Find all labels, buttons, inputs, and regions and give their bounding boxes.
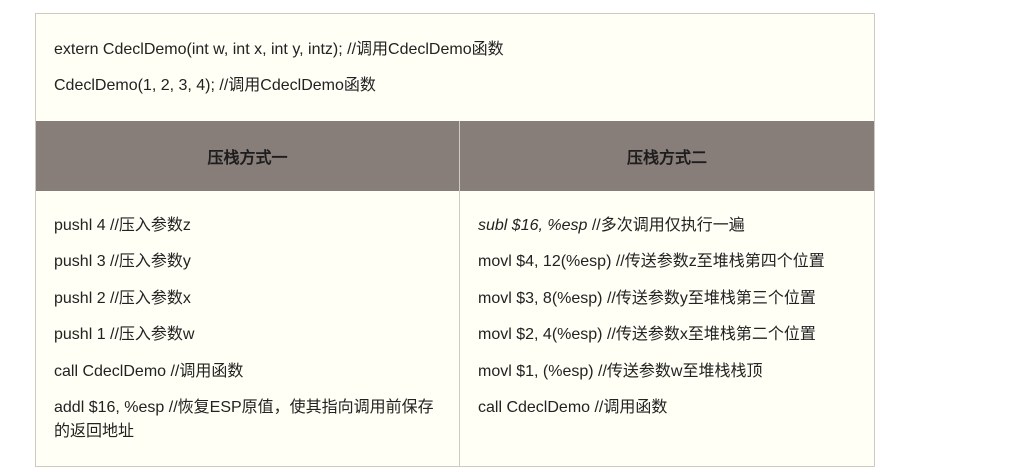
- header-method-two: 压栈方式二: [626, 150, 707, 167]
- function-call-line: CdeclDemo(1, 2, 3, 4); //调用CdeclDemo函数: [54, 77, 376, 94]
- extern-declaration-line: extern CdeclDemo(int w, int x, int y, in…: [54, 41, 504, 58]
- method-two-column: subl $16, %esp //多次调用仅执行一遍 movl $4, 12(%…: [478, 216, 868, 434]
- code-line: subl $16, %esp //多次调用仅执行一遍: [478, 216, 868, 236]
- code-line: movl $3, 8(%esp) //传送参数y至堆栈第三个位置: [478, 289, 816, 307]
- code-line: pushl 1 //压入参数w: [54, 326, 195, 344]
- method-one-column: pushl 4 //压入参数z pushl 3 //压入参数y pushl 2 …: [54, 216, 444, 460]
- code-line: movl $2, 4(%esp) //传送参数x至堆栈第二个位置: [478, 326, 816, 344]
- code-line: pushl 4 //压入参数z: [54, 217, 191, 234]
- code-line: movl $1, (%esp) //传送参数w至堆栈栈顶: [478, 362, 763, 380]
- table-header-row: 压栈方式一 压栈方式二: [36, 121, 874, 191]
- declaration-block: extern CdeclDemo(int w, int x, int y, in…: [36, 14, 874, 121]
- code-line-instruction: subl $16, %esp: [478, 217, 588, 234]
- header-method-one: 压栈方式一: [207, 150, 288, 167]
- code-line: pushl 2 //压入参数x: [54, 289, 191, 307]
- code-line-comment: //多次调用仅执行一遍: [587, 217, 745, 234]
- code-line: call CdeclDemo //调用函数: [54, 362, 244, 380]
- code-line: addl $16, %esp //恢复ESP原值，使其指向调用前保存的返回地址: [54, 398, 434, 440]
- code-line: call CdeclDemo //调用函数: [478, 398, 668, 416]
- code-line: pushl 3 //压入参数y: [54, 253, 191, 271]
- code-line: movl $4, 12(%esp) //传送参数z至堆栈第四个位置: [478, 253, 825, 271]
- column-divider: [459, 121, 460, 466]
- code-comparison-table: extern CdeclDemo(int w, int x, int y, in…: [35, 13, 875, 467]
